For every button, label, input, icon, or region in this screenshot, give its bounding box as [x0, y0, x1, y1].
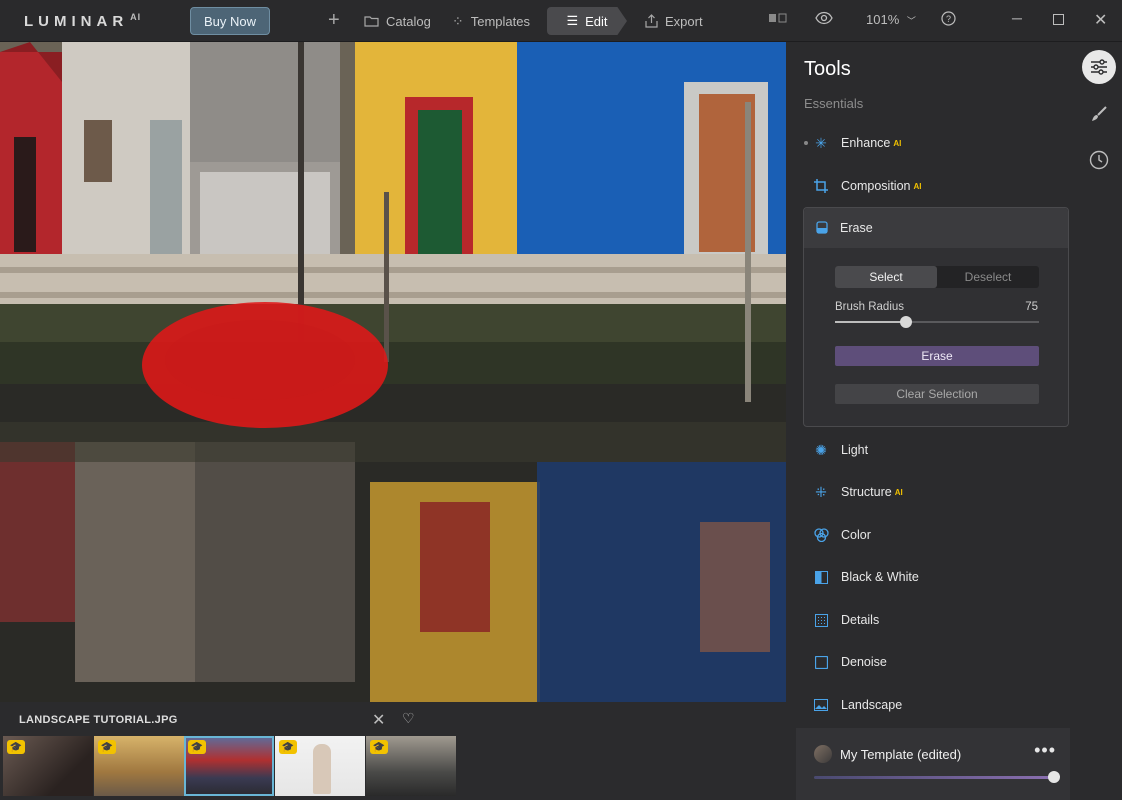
tool-light[interactable]: ✺ Light [812, 439, 868, 461]
section-essentials: Essentials [804, 96, 864, 111]
eye-preview-icon[interactable] [815, 11, 833, 28]
slider-handle[interactable] [900, 316, 913, 328]
minimize-icon[interactable]: ─ [1012, 10, 1022, 26]
export-tab[interactable]: Export [645, 7, 703, 35]
filmstrip-thumbnail[interactable]: 🎓 [3, 736, 93, 796]
template-amount-slider[interactable] [814, 771, 1060, 783]
panel-title: Tools [804, 58, 851, 80]
structure-dots-icon: ⁜ [815, 483, 827, 500]
tutorial-cap-icon: 🎓 [188, 740, 206, 754]
sliders-icon: ☰ [566, 13, 579, 28]
color-circles-icon [812, 526, 830, 544]
brush-radius-slider[interactable] [835, 316, 1039, 328]
sparkle-icon: ⁘ [452, 12, 464, 29]
zoom-dropdown[interactable]: 101% ﹀ [866, 12, 916, 27]
export-icon [645, 14, 658, 28]
tool-enhance[interactable]: ✳ Enhance AI [812, 132, 901, 154]
select-mode-toggle: Select Deselect [835, 266, 1039, 288]
history-clock-icon[interactable] [1082, 143, 1116, 177]
folder-icon [364, 16, 379, 27]
tools-sliders-icon[interactable] [1082, 50, 1116, 84]
enhance-sparkle-icon: ✳ [815, 134, 827, 151]
heart-favorite-icon[interactable]: ♡ [402, 710, 415, 727]
slider-fill [835, 321, 907, 323]
template-avatar [814, 745, 832, 763]
photo-canvas[interactable] [0, 42, 786, 702]
tool-denoise[interactable]: Denoise [812, 651, 887, 673]
edit-tab[interactable]: ☰ Edit [547, 7, 627, 35]
tutorial-cap-icon: 🎓 [370, 740, 388, 754]
landscape-image-icon [812, 696, 830, 714]
buy-now-button[interactable]: Buy Now [190, 7, 270, 35]
templates-tab[interactable]: ⁘ Templates [452, 7, 530, 35]
tool-details[interactable]: Details [812, 609, 879, 631]
close-window-icon[interactable]: ✕ [1094, 10, 1107, 30]
brush-radius-value: 75 [1025, 301, 1038, 313]
half-square-icon [812, 568, 830, 586]
tool-composition[interactable]: Composition AI [812, 175, 921, 197]
tool-color[interactable]: Color [812, 524, 871, 546]
clear-selection-button[interactable]: Clear Selection [835, 384, 1039, 404]
filmstrip-thumbnail[interactable]: 🎓 [366, 736, 456, 796]
crop-icon [812, 177, 830, 195]
tutorial-cap-icon: 🎓 [7, 740, 25, 754]
top-bar: LUMINAR AI Buy Now + Catalog ⁘ Templates … [0, 0, 1122, 42]
filmstrip-thumbnail[interactable]: 🎓 [275, 736, 365, 796]
more-options-icon[interactable]: ••• [1034, 740, 1056, 761]
svg-text:?: ? [946, 14, 951, 24]
help-icon[interactable]: ? [941, 11, 956, 29]
tool-structure[interactable]: ⁜ Structure AI [812, 481, 903, 503]
deselect-button[interactable]: Deselect [937, 266, 1039, 288]
side-rail [1070, 42, 1122, 800]
add-plus-icon[interactable]: + [328, 10, 340, 30]
filmstrip: LANDSCAPE TUTORIAL.JPG ✕ ♡ 🎓 🎓 🎓 🎓 🎓 [0, 702, 786, 800]
details-grid-icon [812, 611, 830, 629]
erase-button[interactable]: Erase [835, 346, 1039, 366]
tutorial-cap-icon: 🎓 [279, 740, 297, 754]
erase-tool-card: Erase Select Deselect Brush Radius 75 Er… [803, 207, 1069, 427]
compare-icon[interactable] [768, 12, 788, 27]
current-filename: LANDSCAPE TUTORIAL.JPG [19, 714, 178, 726]
chevron-down-icon: ﹀ [906, 16, 916, 26]
brush-radius-label: Brush Radius [835, 301, 905, 313]
tool-landscape[interactable]: Landscape [812, 694, 902, 716]
maximize-icon[interactable] [1053, 12, 1064, 28]
template-bar: My Template (edited) ••• [796, 728, 1070, 800]
template-name[interactable]: My Template (edited) [840, 747, 961, 762]
tool-black-white[interactable]: Black & White [812, 566, 919, 588]
catalog-tab[interactable]: Catalog [364, 7, 431, 35]
filmstrip-thumbnail-selected[interactable]: 🎓 [184, 736, 274, 796]
brush-icon[interactable] [1082, 97, 1116, 131]
close-image-icon[interactable]: ✕ [372, 710, 385, 730]
denoise-square-icon [812, 653, 830, 671]
filmstrip-thumbnail[interactable]: 🎓 [94, 736, 184, 796]
slider-handle[interactable] [1048, 771, 1060, 783]
select-button[interactable]: Select [835, 266, 937, 288]
sun-icon: ✺ [815, 441, 827, 458]
photo-image [0, 42, 786, 702]
tutorial-cap-icon: 🎓 [98, 740, 116, 754]
app-logo: LUMINAR AI [24, 12, 142, 30]
tool-erase[interactable]: Erase [804, 208, 1068, 248]
eraser-icon [816, 221, 830, 235]
tools-panel: Tools Essentials ✳ Enhance AI Composition… [786, 42, 1070, 800]
modified-dot [804, 141, 808, 145]
